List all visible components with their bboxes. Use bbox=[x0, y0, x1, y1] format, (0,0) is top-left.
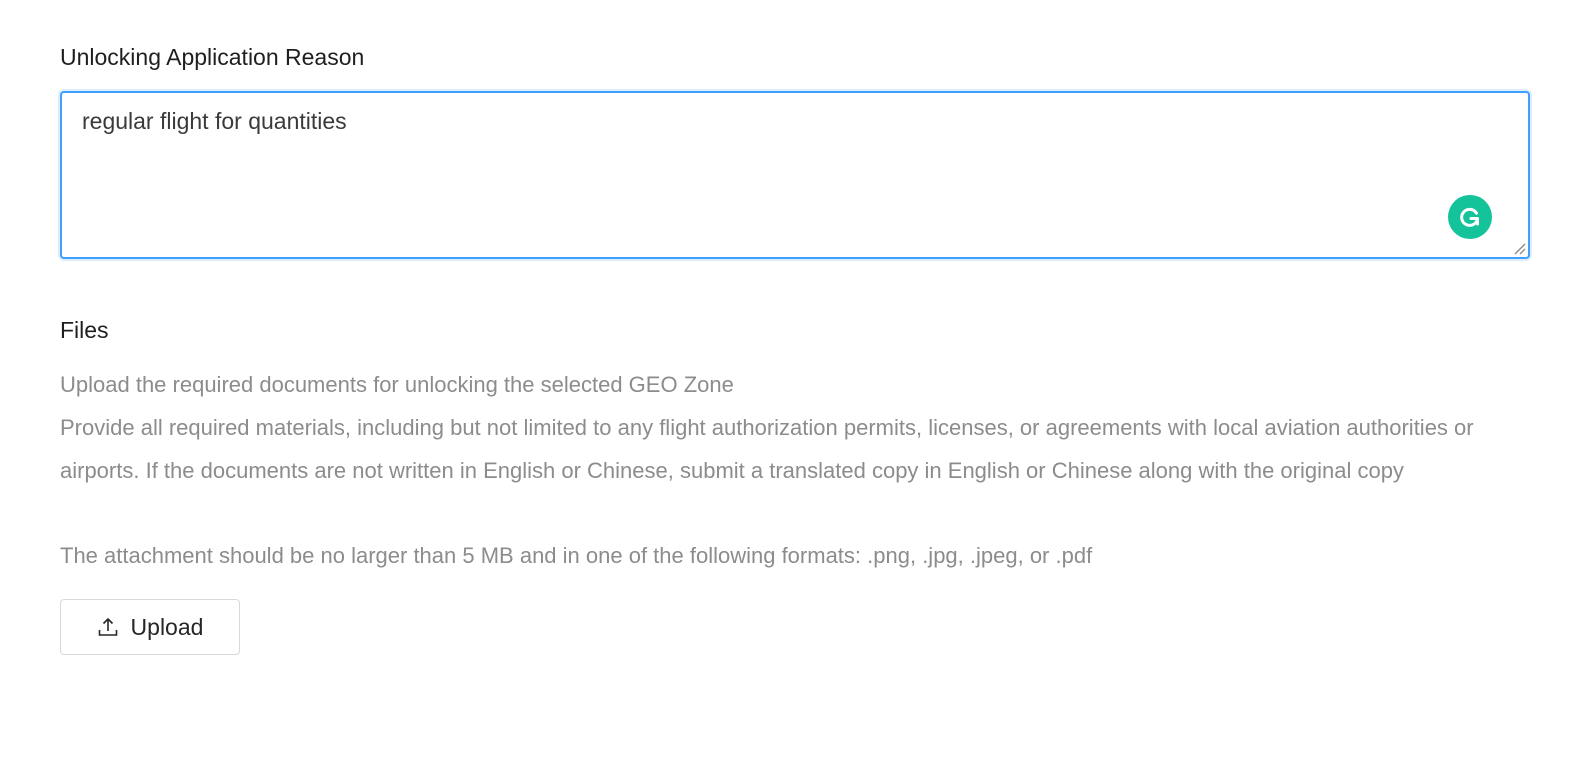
files-hint-title: Upload the required documents for unlock… bbox=[60, 372, 734, 397]
grammarly-icon[interactable] bbox=[1448, 195, 1492, 239]
reason-field-label: Unlocking Application Reason bbox=[60, 44, 365, 70]
reason-textarea-wrapper bbox=[60, 91, 1530, 259]
unlock-application-form: Unlocking Application Reason Files Uploa… bbox=[0, 0, 1592, 763]
files-hint-limits: The attachment should be no larger than … bbox=[60, 543, 1093, 568]
files-field-label: Files bbox=[60, 317, 109, 343]
resize-handle-icon[interactable] bbox=[1512, 241, 1526, 255]
reason-textarea[interactable] bbox=[62, 93, 1528, 257]
files-hint-materials: Provide all required materials, includin… bbox=[60, 415, 1474, 483]
upload-button[interactable]: Upload bbox=[60, 599, 240, 655]
upload-button-label: Upload bbox=[130, 613, 204, 640]
upload-icon bbox=[97, 616, 119, 638]
